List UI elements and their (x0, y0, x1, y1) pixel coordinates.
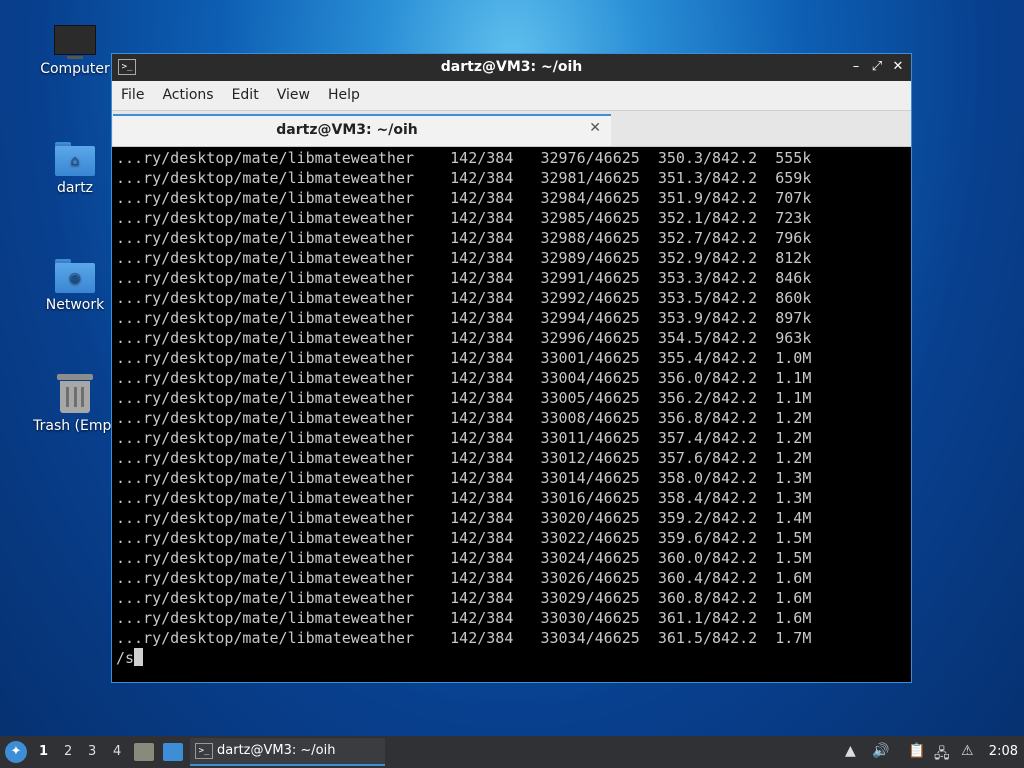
tab-label: dartz@VM3: ~/oih (276, 122, 418, 138)
desktop-icon-network[interactable]: ◉ Network (25, 259, 125, 313)
desktop-icon-label: Trash (Empt (33, 418, 117, 434)
terminal-line: ...ry/desktop/mate/libmateweather 142/38… (116, 449, 812, 467)
task-label: dartz@VM3: ~/oih (217, 743, 336, 758)
menu-edit[interactable]: Edit (223, 81, 268, 110)
taskbar: ✦ 1 2 3 4 >_ dartz@VM3: ~/oih ▲ 🔊 📋 🖧 ⚠ … (0, 736, 1024, 768)
terminal-line: ...ry/desktop/mate/libmateweather 142/38… (116, 269, 812, 287)
clock[interactable]: 2:08 (989, 744, 1018, 759)
menu-file[interactable]: File (112, 81, 153, 110)
terminal-line: ...ry/desktop/mate/libmateweather 142/38… (116, 609, 812, 627)
terminal-line: ...ry/desktop/mate/libmateweather 142/38… (116, 149, 812, 167)
menu-actions[interactable]: Actions (153, 81, 222, 110)
terminal-line: ...ry/desktop/mate/libmateweather 142/38… (116, 429, 812, 447)
terminal-line: ...ry/desktop/mate/libmateweather 142/38… (116, 569, 812, 587)
trash-icon (57, 374, 93, 414)
desktop-icon-label: Network (45, 297, 105, 313)
window-title: dartz@VM3: ~/oih (440, 59, 583, 75)
network-icon[interactable]: 🖧 (934, 743, 950, 767)
terminal-line: ...ry/desktop/mate/libmateweather 142/38… (116, 369, 812, 387)
terminal-line: ...ry/desktop/mate/libmateweather 142/38… (116, 189, 812, 207)
terminal-line: ...ry/desktop/mate/libmateweather 142/38… (116, 229, 812, 247)
tab-bar: dartz@VM3: ~/oih ✕ (112, 111, 911, 147)
desktop-icon-home[interactable]: ⌂ dartz (25, 142, 125, 196)
desktop-icon-trash[interactable]: Trash (Empt (25, 374, 125, 434)
terminal-line: ...ry/desktop/mate/libmateweather 142/38… (116, 289, 812, 307)
menu-view[interactable]: View (268, 81, 319, 110)
taskbar-task-terminal[interactable]: >_ dartz@VM3: ~/oih (190, 738, 385, 766)
terminal-line: ...ry/desktop/mate/libmateweather 142/38… (116, 589, 812, 607)
terminal-line: ...ry/desktop/mate/libmateweather 142/38… (116, 529, 812, 547)
menu-help[interactable]: Help (319, 81, 369, 110)
close-window-button[interactable]: ✕ (889, 58, 907, 76)
terminal-output[interactable]: ...ry/desktop/mate/libmateweather 142/38… (116, 148, 909, 680)
close-tab-icon[interactable]: ✕ (589, 120, 601, 136)
updates-icon[interactable]: ▲ (845, 743, 856, 759)
maximize-button[interactable]: ⤢ (868, 58, 886, 76)
terminal-line: ...ry/desktop/mate/libmateweather 142/38… (116, 549, 812, 567)
window-titlebar[interactable]: >_ dartz@VM3: ~/oih – ⤢ ✕ (112, 54, 911, 81)
terminal-line: ...ry/desktop/mate/libmateweather 142/38… (116, 389, 812, 407)
network-folder-icon: ◉ (55, 259, 95, 293)
terminal-line: ...ry/desktop/mate/libmateweather 142/38… (116, 249, 812, 267)
terminal-window[interactable]: >_ dartz@VM3: ~/oih – ⤢ ✕ File Actions Edi… (111, 53, 912, 683)
terminal-prompt-text: /s (116, 649, 135, 667)
terminal-line: ...ry/desktop/mate/libmateweather 142/38… (116, 169, 812, 187)
notification-icon[interactable]: ⚠ (961, 743, 974, 759)
terminal-line: ...ry/desktop/mate/libmateweather 142/38… (116, 509, 812, 527)
home-folder-icon: ⌂ (55, 142, 95, 176)
workspace-2[interactable]: 2 (64, 744, 72, 759)
terminal-line: ...ry/desktop/mate/libmateweather 142/38… (116, 629, 812, 647)
desktop-icon-label: dartz (56, 180, 94, 196)
computer-icon (54, 25, 96, 59)
terminal-line: ...ry/desktop/mate/libmateweather 142/38… (116, 209, 812, 227)
terminal-task-icon: >_ (195, 743, 213, 759)
terminal-line: ...ry/desktop/mate/libmateweather 142/38… (116, 349, 812, 367)
terminal-cursor (134, 648, 144, 666)
workspace-1[interactable]: 1 (39, 744, 48, 759)
desktop-icon-label: Computer (40, 61, 110, 77)
workspace-3[interactable]: 3 (88, 744, 96, 759)
terminal-prompt-line[interactable]: /s (116, 648, 909, 668)
workspace-4[interactable]: 4 (113, 744, 121, 759)
terminal-line: ...ry/desktop/mate/libmateweather 142/38… (116, 469, 812, 487)
desktop-icon-computer[interactable]: Computer (25, 25, 125, 77)
terminal-tab[interactable]: dartz@VM3: ~/oih ✕ (113, 114, 611, 146)
terminal-line: ...ry/desktop/mate/libmateweather 142/38… (116, 489, 812, 507)
terminal-line: ...ry/desktop/mate/libmateweather 142/38… (116, 309, 812, 327)
clipboard-icon[interactable]: 📋 (908, 743, 925, 759)
menubar: File Actions Edit View Help (112, 81, 911, 111)
file-manager-icon[interactable] (134, 743, 154, 761)
start-menu-icon[interactable]: ✦ (5, 741, 27, 763)
terminal-line: ...ry/desktop/mate/libmateweather 142/38… (116, 409, 812, 427)
volume-icon[interactable]: 🔊 (872, 743, 889, 759)
terminal-line: ...ry/desktop/mate/libmateweather 142/38… (116, 329, 812, 347)
minimize-button[interactable]: – (847, 58, 865, 76)
show-desktop-icon[interactable] (163, 743, 183, 761)
